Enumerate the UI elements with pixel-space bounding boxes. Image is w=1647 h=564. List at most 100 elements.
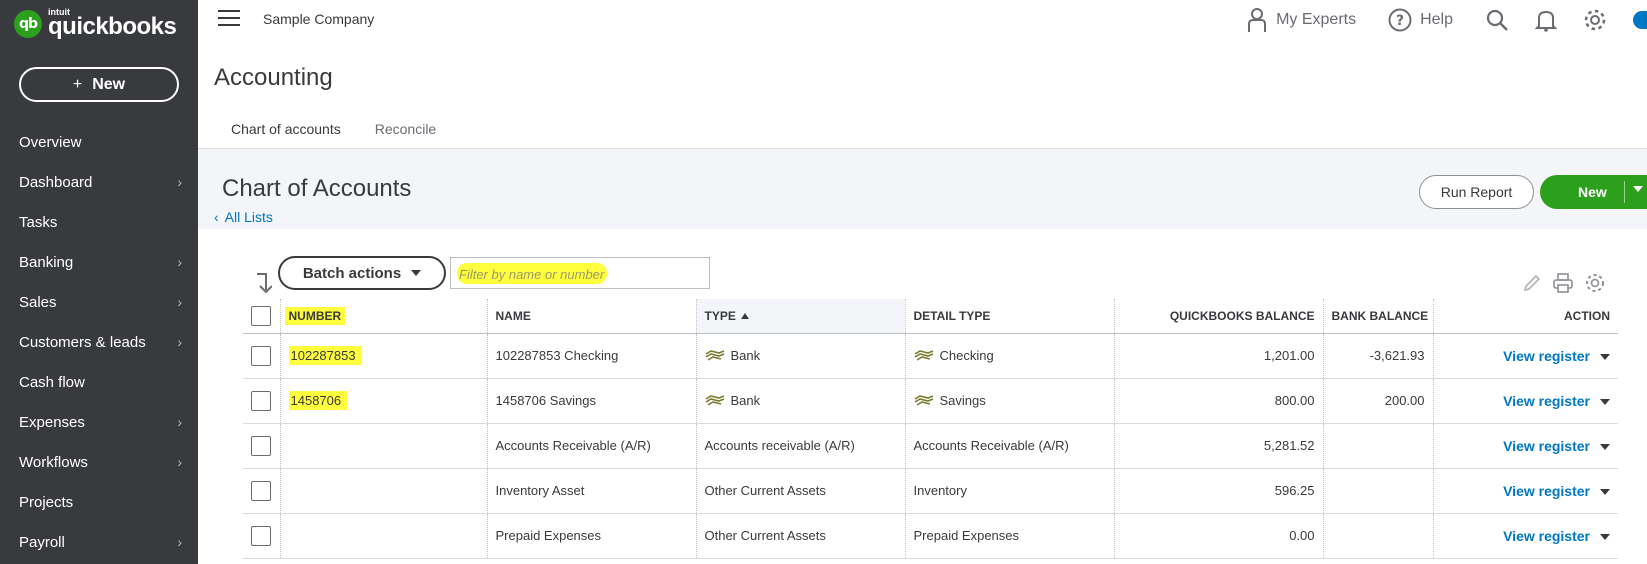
cell-action: View register (1432, 468, 1618, 514)
section-title: Chart of Accounts (222, 175, 412, 202)
table-row[interactable]: Prepaid Expenses Other Current Assets Prep… (243, 513, 1618, 559)
sidebar-item-cash-flow[interactable]: Cash flow (0, 362, 198, 402)
row-select-cell (243, 333, 280, 379)
cell-bank-balance (1322, 468, 1433, 514)
sort-arrow-icon[interactable] (254, 272, 273, 299)
table-body: 102287853 102287853 Checking Bank Checking 1… (243, 333, 1618, 559)
cell-qb-balance: 5,281.52 (1113, 423, 1323, 469)
search-icon[interactable] (1485, 8, 1509, 32)
tab-reconcile[interactable]: Reconcile (358, 108, 453, 153)
cell-detail-type: Savings (904, 378, 1114, 424)
sidebar-item-customers-leads[interactable]: Customers & leads › (0, 322, 198, 362)
run-report-button[interactable]: Run Report (1419, 175, 1534, 209)
filter-input[interactable] (459, 264, 699, 284)
row-checkbox[interactable] (251, 390, 271, 411)
batch-actions-button[interactable]: Batch actions (278, 256, 446, 290)
view-register-link[interactable]: View register (1503, 438, 1590, 454)
caret-down-icon[interactable] (1600, 444, 1610, 451)
column-header-action: ACTION (1432, 299, 1618, 334)
help-link[interactable]: ? Help (1388, 8, 1453, 32)
cell-bank-balance: 200.00 (1322, 378, 1433, 424)
settings-gear-icon[interactable] (1584, 272, 1606, 294)
type-text: Other Current Assets (704, 528, 826, 543)
page-title: Accounting (214, 64, 333, 91)
select-all-checkbox[interactable] (251, 305, 271, 326)
all-lists-label: All Lists (224, 209, 273, 225)
select-all-cell (243, 299, 280, 334)
sidebar-item-label: Overview (19, 133, 82, 151)
table-row[interactable]: 1458706 1458706 Savings Bank Savings 800.00 2… (243, 378, 1618, 424)
column-header-detail-type[interactable]: DETAIL TYPE (904, 299, 1114, 334)
cell-number: 1458706 (279, 378, 487, 424)
sidebar-item-workflows[interactable]: Workflows › (0, 442, 198, 482)
my-experts-link[interactable]: My Experts (1246, 7, 1356, 33)
sidebar-item-overview[interactable]: Overview (0, 122, 198, 162)
view-register-link[interactable]: View register (1503, 393, 1590, 409)
sidebar-item-label: Projects (19, 493, 74, 511)
table-row[interactable]: 102287853 102287853 Checking Bank Checking 1… (243, 333, 1618, 379)
batch-actions-label: Batch actions (302, 264, 402, 282)
accounts-table: NUMBER NAME TYPE DETAIL TYPE QUICKBOOKS … (243, 299, 1618, 559)
row-checkbox[interactable] (251, 435, 271, 456)
chevron-right-icon: › (177, 334, 182, 350)
column-header-number[interactable]: NUMBER (279, 299, 487, 334)
cell-name: Inventory Asset (486, 468, 696, 514)
row-checkbox[interactable] (251, 345, 271, 366)
quickbooks-logo[interactable]: qb intuit quickbooks (14, 8, 177, 39)
caret-down-icon[interactable] (1633, 186, 1643, 192)
detail-type-text: Inventory (913, 483, 967, 498)
caret-down-icon[interactable] (1600, 399, 1610, 406)
row-checkbox[interactable] (251, 480, 271, 501)
chevron-right-icon: › (177, 174, 182, 190)
help-label: Help (1420, 11, 1453, 28)
sidebar-item-projects[interactable]: Projects (0, 482, 198, 522)
column-header-name[interactable]: NAME (486, 299, 696, 334)
row-checkbox[interactable] (251, 525, 271, 546)
cell-detail-type: Checking (904, 333, 1114, 379)
cell-type: Other Current Assets (695, 513, 905, 559)
column-header-bank-balance[interactable]: BANK BALANCE (1322, 299, 1433, 334)
gear-icon[interactable] (1583, 8, 1607, 32)
sidebar-item-label: Cash flow (19, 373, 85, 391)
bell-icon[interactable] (1535, 8, 1557, 32)
sidebar-item-label: Banking (19, 253, 74, 271)
sidebar-new-button[interactable]: + New (19, 67, 179, 102)
row-select-cell (243, 423, 280, 469)
cell-bank-balance (1322, 423, 1433, 469)
type-text: Other Current Assets (704, 483, 826, 498)
view-register-link[interactable]: View register (1503, 483, 1590, 499)
caret-down-icon[interactable] (1600, 534, 1610, 541)
chevron-right-icon: › (177, 454, 182, 470)
view-register-link[interactable]: View register (1503, 348, 1590, 364)
sidebar-item-tasks[interactable]: Tasks (0, 202, 198, 242)
sidebar-item-sales[interactable]: Sales › (0, 282, 198, 322)
caret-down-icon[interactable] (1600, 489, 1610, 496)
cell-number (279, 423, 487, 469)
caret-down-icon[interactable] (1600, 354, 1610, 361)
sidebar-item-expenses[interactable]: Expenses › (0, 402, 198, 442)
column-header-qb-balance[interactable]: QUICKBOOKS BALANCE (1113, 299, 1323, 334)
pencil-icon[interactable] (1522, 273, 1542, 293)
chevron-right-icon: › (177, 414, 182, 430)
cell-type: Bank (695, 333, 905, 379)
chevron-right-icon: › (177, 254, 182, 270)
table-row[interactable]: Accounts Receivable (A/R) Accounts receiv… (243, 423, 1618, 469)
sidebar-item-dashboard[interactable]: Dashboard › (0, 162, 198, 202)
caret-down-icon (411, 270, 422, 276)
type-text: Bank (730, 347, 761, 363)
view-register-link[interactable]: View register (1503, 528, 1590, 544)
sidebar-item-payroll[interactable]: Payroll › (0, 522, 198, 562)
sidebar-item-banking[interactable]: Banking › (0, 242, 198, 282)
sidebar-item-label: Payroll (19, 533, 65, 551)
sidebar-new-label: New (92, 75, 126, 93)
cell-qb-balance: 0.00 (1113, 513, 1323, 559)
new-account-button[interactable]: New (1540, 175, 1647, 209)
print-icon[interactable] (1552, 272, 1574, 294)
user-avatar[interactable] (1633, 11, 1647, 29)
hamburger-menu-icon[interactable] (218, 10, 240, 28)
detail-type-text: Checking (939, 347, 994, 363)
tab-chart-of-accounts[interactable]: Chart of accounts (214, 108, 358, 153)
table-row[interactable]: Inventory Asset Other Current Assets Inven… (243, 468, 1618, 514)
column-header-type[interactable]: TYPE (695, 299, 905, 334)
all-lists-link[interactable]: ‹ All Lists (214, 209, 273, 225)
